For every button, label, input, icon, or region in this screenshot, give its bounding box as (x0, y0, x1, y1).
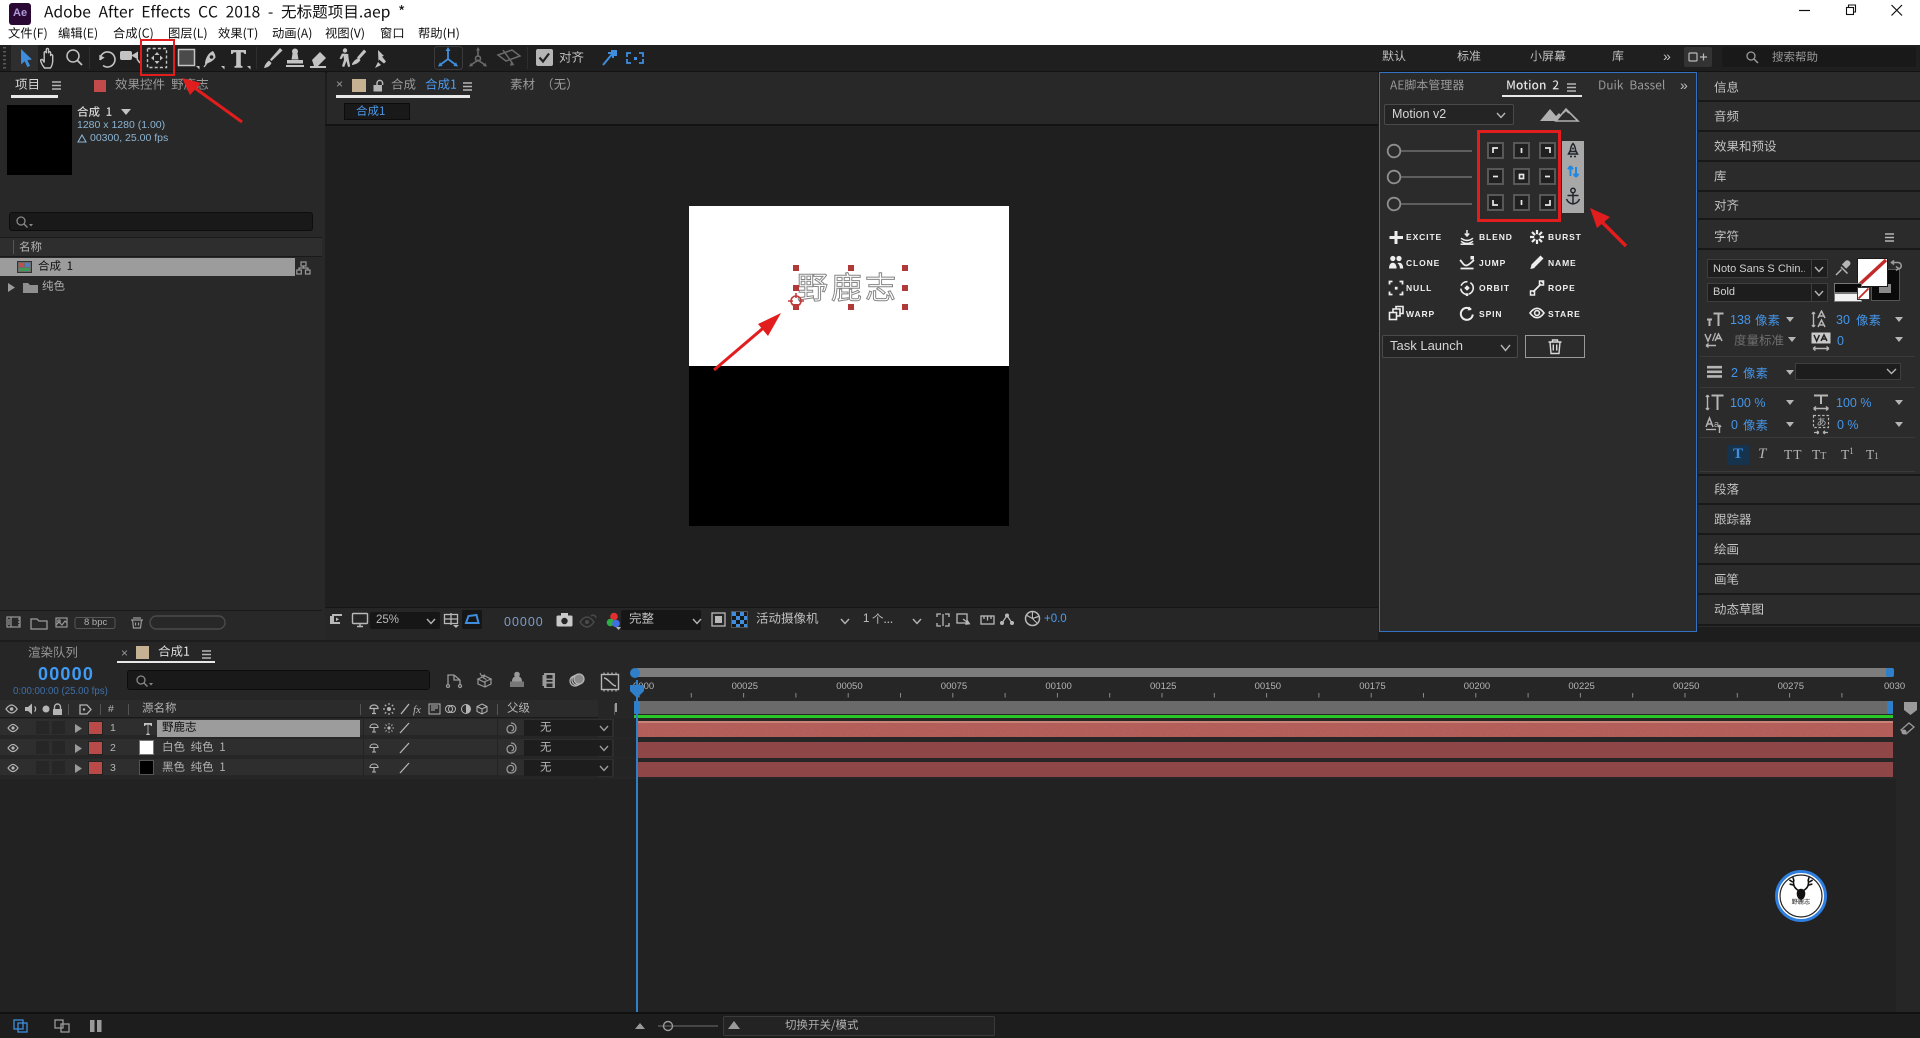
svg-text:a: a (1714, 419, 1719, 429)
svg-text:fx: fx (413, 704, 421, 716)
